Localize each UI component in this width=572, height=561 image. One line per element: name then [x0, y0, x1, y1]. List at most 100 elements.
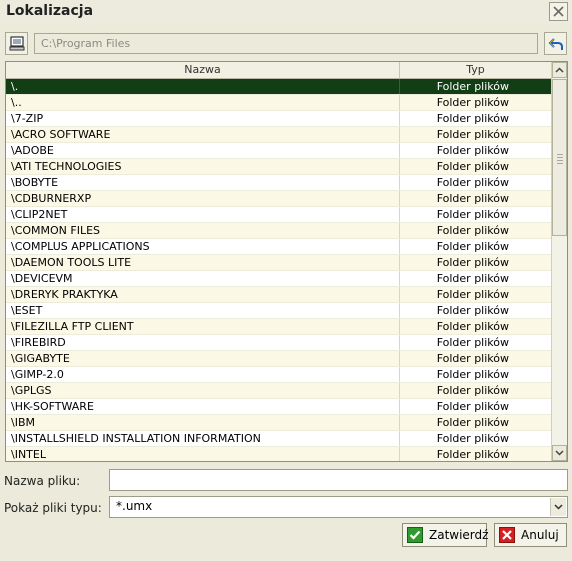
row-type-cell: Folder plików	[399, 175, 509, 190]
row-type-cell: Folder plików	[399, 367, 509, 382]
row-name-cell: \COMMON FILES	[11, 224, 101, 237]
row-type-cell: Folder plików	[399, 319, 509, 334]
row-name-cell: \DAEMON TOOLS LITE	[11, 256, 132, 269]
row-type-cell: Folder plików	[399, 255, 509, 270]
vertical-scrollbar[interactable]	[551, 62, 567, 461]
row-type-cell: Folder plików	[399, 79, 509, 94]
row-name-cell: \BOBYTE	[11, 176, 59, 189]
row-name-cell: \7-ZIP	[11, 112, 44, 125]
row-name-cell: \IBM	[11, 416, 35, 429]
row-name-cell: \.	[11, 80, 19, 93]
row-name-cell: \HK-SOFTWARE	[11, 400, 94, 413]
row-type-cell: Folder plików	[399, 415, 509, 430]
row-type-cell: Folder plików	[399, 271, 509, 286]
filetype-dropdown-button[interactable]	[550, 498, 566, 516]
checkmark-icon	[407, 527, 423, 543]
table-row[interactable]: \INSTALLSHIELD INSTALLATION INFORMATION F…	[6, 431, 551, 447]
table-row[interactable]: \COMMON FILES Folder plików	[6, 223, 551, 239]
row-name-cell: \ADOBE	[11, 144, 54, 157]
path-field[interactable]: C:\Program Files	[34, 33, 538, 54]
window-title: Lokalizacja	[6, 3, 94, 19]
table-row[interactable]: \.. Folder plików	[6, 95, 551, 111]
file-rows: \. Folder plików \.. Folder plików \7-ZIP Fol…	[6, 79, 551, 461]
row-type-cell: Folder plików	[399, 351, 509, 366]
computer-icon	[9, 36, 24, 51]
row-type-cell: Folder plików	[399, 127, 509, 142]
row-name-cell: \..	[11, 96, 22, 109]
computer-button[interactable]	[5, 32, 28, 55]
row-name-cell: \INTEL	[11, 448, 46, 461]
row-name-cell: \CLIP2NET	[11, 208, 68, 221]
row-name-cell: \GIGABYTE	[11, 352, 70, 365]
row-name-cell: \GPLGS	[11, 384, 52, 397]
row-type-cell: Folder plików	[399, 207, 509, 222]
table-row[interactable]: \. Folder plików	[6, 79, 551, 95]
table-row[interactable]: \CDBURNERXP Folder plików	[6, 191, 551, 207]
scroll-down-button[interactable]	[552, 445, 567, 461]
filetype-value: *.umx	[116, 499, 153, 513]
file-list[interactable]: Nazwa Typ \. Folder plików \.. Folder plikó…	[5, 61, 568, 462]
table-row[interactable]: \FILEZILLA FTP CLIENT Folder plików	[6, 319, 551, 335]
row-name-cell: \GIMP-2.0	[11, 368, 64, 381]
scroll-up-button[interactable]	[552, 62, 567, 78]
table-row[interactable]: \INTEL Folder plików	[6, 447, 551, 461]
confirm-label: Zatwierdź	[429, 528, 489, 542]
row-type-cell: Folder plików	[399, 159, 509, 174]
cancel-x-icon	[499, 527, 515, 543]
filename-input[interactable]	[109, 469, 568, 491]
scroll-thumb[interactable]	[552, 79, 567, 236]
filename-label: Nazwa pliku:	[4, 474, 81, 488]
row-name-cell: \FIREBIRD	[11, 336, 66, 349]
table-row[interactable]: \ACRO SOFTWARE Folder plików	[6, 127, 551, 143]
row-type-cell: Folder plików	[399, 335, 509, 350]
chevron-down-icon	[554, 504, 563, 510]
row-type-cell: Folder plików	[399, 447, 509, 461]
row-type-cell: Folder plików	[399, 399, 509, 414]
row-name-cell: \DEVICEVM	[11, 272, 73, 285]
row-type-cell: Folder plików	[399, 143, 509, 158]
row-type-cell: Folder plików	[399, 191, 509, 206]
chevron-up-icon	[555, 67, 564, 73]
cancel-label: Anuluj	[521, 528, 559, 542]
row-type-cell: Folder plików	[399, 287, 509, 302]
row-type-cell: Folder plików	[399, 223, 509, 238]
row-type-cell: Folder plików	[399, 431, 509, 446]
table-row[interactable]: \IBM Folder plików	[6, 415, 551, 431]
title-bar: Lokalizacja	[0, 0, 572, 24]
table-row[interactable]: \ADOBE Folder plików	[6, 143, 551, 159]
table-row[interactable]: \HK-SOFTWARE Folder plików	[6, 399, 551, 415]
table-row[interactable]: \GIGABYTE Folder plików	[6, 351, 551, 367]
close-button[interactable]	[549, 2, 568, 21]
column-header-name[interactable]: Nazwa	[6, 62, 400, 78]
table-row[interactable]: \DAEMON TOOLS LITE Folder plików	[6, 255, 551, 271]
grid-header: Nazwa Typ	[6, 62, 551, 79]
filetype-select[interactable]: *.umx	[109, 496, 568, 518]
cancel-button[interactable]: Anuluj	[494, 523, 567, 547]
table-row[interactable]: \CLIP2NET Folder plików	[6, 207, 551, 223]
table-row[interactable]: \COMPLUS APPLICATIONS Folder plików	[6, 239, 551, 255]
row-type-cell: Folder plików	[399, 111, 509, 126]
table-row[interactable]: \GPLGS Folder plików	[6, 383, 551, 399]
table-row[interactable]: \ESET Folder plików	[6, 303, 551, 319]
row-name-cell: \FILEZILLA FTP CLIENT	[11, 320, 134, 333]
row-name-cell: \ESET	[11, 304, 43, 317]
filetype-label: Pokaż pliki typu:	[4, 501, 102, 515]
row-name-cell: \COMPLUS APPLICATIONS	[11, 240, 150, 253]
column-header-type[interactable]: Typ	[400, 62, 551, 78]
table-row[interactable]: \7-ZIP Folder plików	[6, 111, 551, 127]
table-row[interactable]: \DEVICEVM Folder plików	[6, 271, 551, 287]
table-row[interactable]: \BOBYTE Folder plików	[6, 175, 551, 191]
up-folder-button[interactable]	[544, 32, 567, 55]
table-row[interactable]: \DRERYK PRAKTYKA Folder plików	[6, 287, 551, 303]
row-name-cell: \CDBURNERXP	[11, 192, 92, 205]
table-row[interactable]: \ATI TECHNOLOGIES Folder plików	[6, 159, 551, 175]
table-row[interactable]: \GIMP-2.0 Folder plików	[6, 367, 551, 383]
row-name-cell: \INSTALLSHIELD INSTALLATION INFORMATION	[11, 432, 261, 445]
row-name-cell: \DRERYK PRAKTYKA	[11, 288, 118, 301]
confirm-button[interactable]: Zatwierdź	[402, 523, 489, 547]
row-name-cell: \ACRO SOFTWARE	[11, 128, 111, 141]
table-row[interactable]: \FIREBIRD Folder plików	[6, 335, 551, 351]
row-type-cell: Folder plików	[399, 239, 509, 254]
back-arrow-icon	[548, 37, 563, 50]
chevron-down-icon	[555, 450, 564, 456]
